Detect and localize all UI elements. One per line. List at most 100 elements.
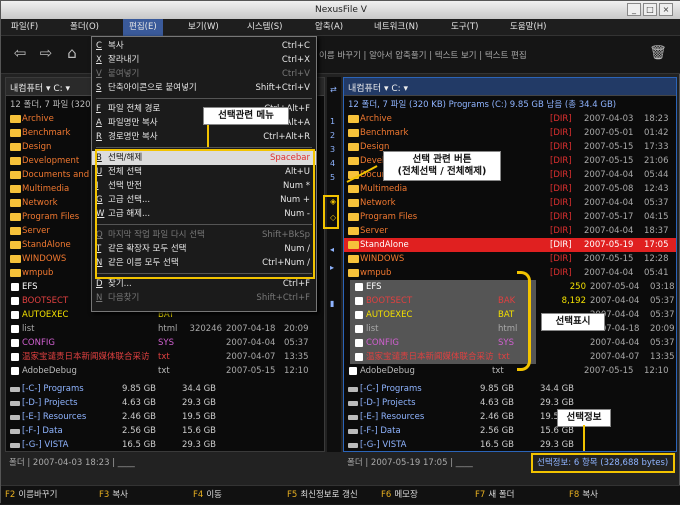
arrow-right-icon[interactable]: ▸: [330, 263, 334, 272]
folder-icon: [10, 241, 21, 249]
file-row[interactable]: CONFIG SYS 2007-04-04 05:37: [6, 336, 324, 350]
menu-item[interactable]: 도구(T): [445, 19, 484, 36]
folder-icon: [348, 115, 359, 123]
folder-name: Benchmark: [360, 128, 409, 138]
function-key[interactable]: F7 새 폴더: [475, 486, 514, 505]
drive-row[interactable]: [-F-] Data 2.56 GB 15.6 GB: [344, 424, 676, 438]
drive-row[interactable]: [-G-] VISTA 16.5 GB 29.3 GB: [6, 438, 324, 452]
menu-item-label: 붙여넣기: [108, 69, 140, 79]
drive-row[interactable]: [-D-] Projects 4.63 GB 29.3 GB: [6, 396, 324, 410]
drive-row[interactable]: [-C-] Programs 9.85 GB 34.4 GB: [6, 382, 324, 396]
drive-row[interactable]: [-D-] Projects 4.63 GB 29.3 GB: [344, 396, 676, 410]
menu-item[interactable]: C 복사 Ctrl+C: [92, 39, 316, 53]
folder-row[interactable]: Server [DIR] 2007-04-04 18:37: [344, 224, 676, 238]
bars-icon[interactable]: ▮: [330, 299, 334, 308]
menu-item[interactable]: 편집(E): [123, 19, 163, 36]
menu-item[interactable]: S 단축아이콘으로 붙여넣기 Shift+Ctrl+V: [92, 81, 316, 95]
menu-item-label: 다음찾기: [108, 293, 140, 303]
file-row[interactable]: list html 2007-04-18 20:09: [350, 322, 675, 336]
function-key-label: 새 폴더: [488, 490, 515, 500]
folder-icon: [10, 255, 21, 263]
file-size: 320246: [189, 324, 222, 334]
pane-tab-number[interactable]: 5: [330, 173, 335, 182]
file-name: list: [366, 324, 379, 334]
function-key-code: F2: [5, 490, 16, 500]
file-row[interactable]: AdobeDebug txt 2007-05-15 12:10: [6, 364, 324, 378]
folder-row[interactable]: WINDOWS [DIR] 2007-05-15 12:28: [344, 252, 676, 266]
folder-icon: [348, 185, 359, 193]
folder-row[interactable]: wmpub [DIR] 2007-04-04 05:41: [344, 266, 676, 280]
menu-item[interactable]: 보기(W): [182, 19, 225, 36]
drive-name: [-F-] Data: [22, 426, 63, 436]
drive-row[interactable]: [-E-] Resources2.46 GB19.5 GB: [344, 410, 676, 424]
drive-row[interactable]: [-G-] VISTA 16.5 GB 29.3 GB: [344, 438, 676, 452]
file-row[interactable]: AdobeDebug txt 2007-05-15 12:10: [344, 364, 676, 378]
menu-item[interactable]: D 찾기... Ctrl+F: [92, 277, 316, 291]
drive-free: 2.56 GB: [479, 426, 514, 436]
left-drive-selector[interactable]: 내컴퓨터 ▾ C: ▾: [10, 81, 70, 94]
menu-item[interactable]: R 경로명만 복사 Ctrl+Alt+R: [92, 130, 316, 144]
file-date: 2007-04-07: [590, 352, 640, 362]
menu-item[interactable]: 폴더(O): [64, 19, 105, 36]
menu-item[interactable]: 도움말(H): [504, 19, 552, 36]
swap-icon[interactable]: ⇄: [330, 85, 337, 94]
callout-menu: 선택관련 메뉴: [203, 107, 289, 125]
minimize-button[interactable]: _: [627, 3, 641, 16]
app-window: NexusFile V _ □ × 파일(F) 폴더(O) 편집(E) 보기(W) 시스…: [0, 0, 680, 504]
drive-row[interactable]: [-C-] Programs 9.85 GB 34.4 GB: [344, 382, 676, 396]
menu-item[interactable]: 압축(A): [309, 19, 349, 36]
folder-date: 2007-04-04: [584, 268, 634, 278]
arrow-left-icon[interactable]: ◂: [330, 245, 334, 254]
folder-row[interactable]: Multimedia [DIR] 2007-05-08 12:43: [344, 182, 676, 196]
pane-tab-number[interactable]: 2: [330, 131, 335, 140]
forward-icon[interactable]: ⇨: [37, 44, 55, 62]
file-row[interactable]: list html 320246 2007-04-18 20:09: [6, 322, 324, 336]
right-pane[interactable]: 내컴퓨터 ▾ C: ▾ 12 폴더, 7 파일 (320 KB) Program…: [343, 77, 677, 452]
folder-row[interactable]: StandAlone [DIR] 2007-05-19 17:05: [344, 238, 676, 252]
toolbar-links[interactable]: 이름 바꾸기 | 알아서 압축풀기 | 텍스트 보기 | 텍스트 편집: [319, 49, 527, 61]
file-row[interactable]: EFS 250 2007-05-04 03:18: [350, 280, 675, 294]
folder-row[interactable]: Network [DIR] 2007-04-04 05:37: [344, 196, 676, 210]
pane-tab-number[interactable]: 4: [330, 159, 335, 168]
function-key-label: 최신정보로 갱신: [300, 490, 358, 500]
menu-item[interactable]: 네트워크(N): [368, 19, 424, 36]
function-key[interactable]: F3 복사: [99, 486, 128, 505]
function-key-bar: F2 이름바꾸기 F3 복사 F4 이동 F5 최신정보로 갱신 F6 메모장 F7 새 폴더 F8 복사: [1, 485, 680, 504]
function-key-code: F8: [569, 490, 580, 500]
file-row[interactable]: 温家宝谴责日本新闻媒体联合采访 txt 2007-04-07 13:35: [350, 350, 675, 364]
folder-row[interactable]: Archive [DIR] 2007-04-03 18:23: [344, 112, 676, 126]
close-button[interactable]: ×: [659, 3, 673, 16]
function-key[interactable]: F2 이름바꾸기: [5, 486, 57, 505]
menu-item[interactable]: 파일(F): [5, 19, 44, 36]
drive-row[interactable]: [-F-] Data 2.56 GB 15.6 GB: [6, 424, 324, 438]
menu-item-mnemonic: C: [96, 41, 102, 51]
drive-icon: [348, 415, 358, 420]
folder-icon: [348, 227, 359, 235]
callout-display: 선택표시: [541, 313, 605, 331]
function-key-label: 복사: [112, 490, 128, 500]
file-row[interactable]: AUTOEXEC BAT 2007-04-04 05:37: [350, 308, 675, 322]
function-key-label: 이름바꾸기: [18, 490, 58, 500]
home-icon[interactable]: ⌂: [63, 44, 81, 62]
pane-tab-number[interactable]: 1: [330, 117, 335, 126]
file-type: BAT: [498, 310, 515, 320]
menu-item[interactable]: X 잘라내기 Ctrl+X: [92, 53, 316, 67]
file-row[interactable]: 温家宝谴责日本新闻媒体联合采访 txt 2007-04-07 13:35: [6, 350, 324, 364]
drive-row[interactable]: [-E-] Resources2.46 GB19.5 GB: [6, 410, 324, 424]
function-key[interactable]: F8 복사: [569, 486, 598, 505]
maximize-button[interactable]: □: [643, 3, 657, 16]
folder-row[interactable]: Benchmark [DIR] 2007-05-01 01:42: [344, 126, 676, 140]
menu-item[interactable]: 시스템(S): [241, 19, 289, 36]
file-row[interactable]: BOOTSECT BAK 8,192 2007-04-04 05:37: [350, 294, 675, 308]
trash-icon[interactable]: 🗑: [649, 44, 667, 62]
pane-tab-number[interactable]: 3: [330, 145, 335, 154]
back-icon[interactable]: ⇦: [11, 44, 29, 62]
function-key[interactable]: F4 이동: [193, 486, 222, 505]
folder-row[interactable]: Program Files [DIR] 2007-05-17 04:15: [344, 210, 676, 224]
function-key[interactable]: F6 메모장: [381, 486, 418, 505]
folder-name: WINDOWS: [360, 254, 405, 264]
function-key[interactable]: F5 최신정보로 갱신: [287, 486, 358, 505]
folder-time: 12:28: [644, 254, 669, 264]
file-row[interactable]: CONFIG SYS 2007-04-04 05:37: [350, 336, 675, 350]
right-drive-selector[interactable]: 내컴퓨터 ▾ C: ▾: [348, 81, 408, 94]
